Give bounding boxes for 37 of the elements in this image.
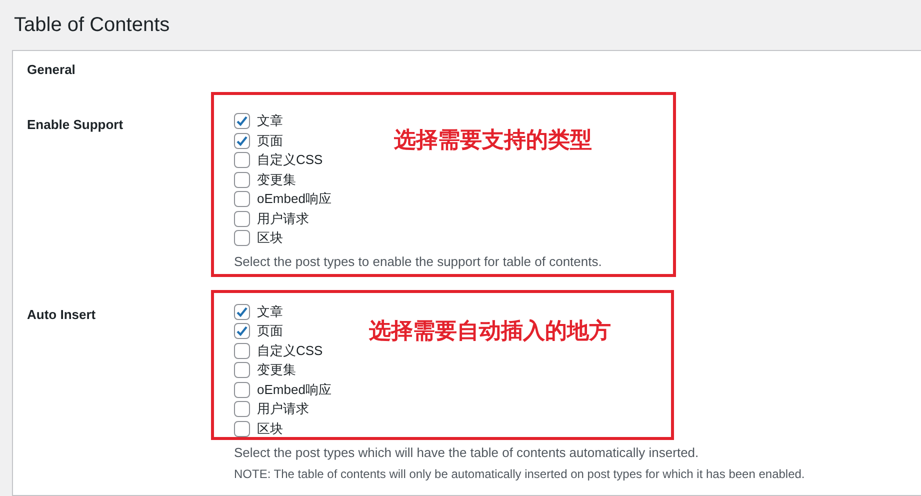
- field-label: Auto Insert: [27, 307, 96, 322]
- checkbox[interactable]: [234, 342, 250, 359]
- checkbox-label[interactable]: 变更集: [257, 361, 296, 380]
- checkbox[interactable]: [234, 113, 250, 130]
- checkbox[interactable]: [234, 210, 250, 227]
- annotation-text: 选择需要自动插入的地方: [369, 319, 611, 343]
- field-label: Enable Support: [27, 116, 124, 132]
- checkbox-label[interactable]: 文章: [257, 302, 283, 321]
- checkbox-label[interactable]: 页面: [257, 322, 283, 340]
- field-description: Select the post types which will have the table of contents automatically inserted.: [234, 444, 700, 462]
- checkbox-label[interactable]: 文章: [257, 112, 283, 130]
- checkbox[interactable]: [234, 152, 250, 168]
- checkbox[interactable]: [234, 230, 250, 246]
- checkbox-label[interactable]: oEmbed响应: [257, 380, 332, 399]
- page-title: Table of Contents: [14, 13, 170, 38]
- field-note: NOTE: The table of contents will only be automatically inserted on post types for which it has been enabled.: [234, 466, 805, 482]
- checkbox[interactable]: [234, 382, 250, 398]
- checkbox-label[interactable]: 区块: [257, 420, 283, 438]
- checkbox[interactable]: [234, 401, 250, 418]
- checkbox[interactable]: [234, 172, 250, 188]
- section-title: General: [27, 60, 76, 79]
- checkbox-label[interactable]: oEmbed响应: [257, 190, 332, 208]
- checkbox-label[interactable]: 自定义CSS: [257, 151, 323, 170]
- checkbox[interactable]: [234, 191, 250, 208]
- annotation-text: 选择需要支持的类型: [394, 128, 592, 152]
- checkbox-label[interactable]: 区块: [257, 229, 283, 248]
- checkbox-label[interactable]: 自定义CSS: [257, 342, 323, 360]
- checkbox-label[interactable]: 变更集: [257, 170, 296, 189]
- checkbox[interactable]: [234, 323, 250, 340]
- checkbox-label[interactable]: 用户请求: [257, 400, 309, 418]
- checkbox[interactable]: [234, 362, 250, 378]
- checkbox-label[interactable]: 页面: [257, 132, 283, 150]
- field-description: Select the post types to enable the support for table of contents.: [234, 253, 602, 271]
- checkbox[interactable]: [234, 420, 250, 437]
- checkbox[interactable]: [234, 304, 250, 320]
- checkbox[interactable]: [234, 132, 250, 149]
- checkbox-label[interactable]: 用户请求: [257, 210, 309, 228]
